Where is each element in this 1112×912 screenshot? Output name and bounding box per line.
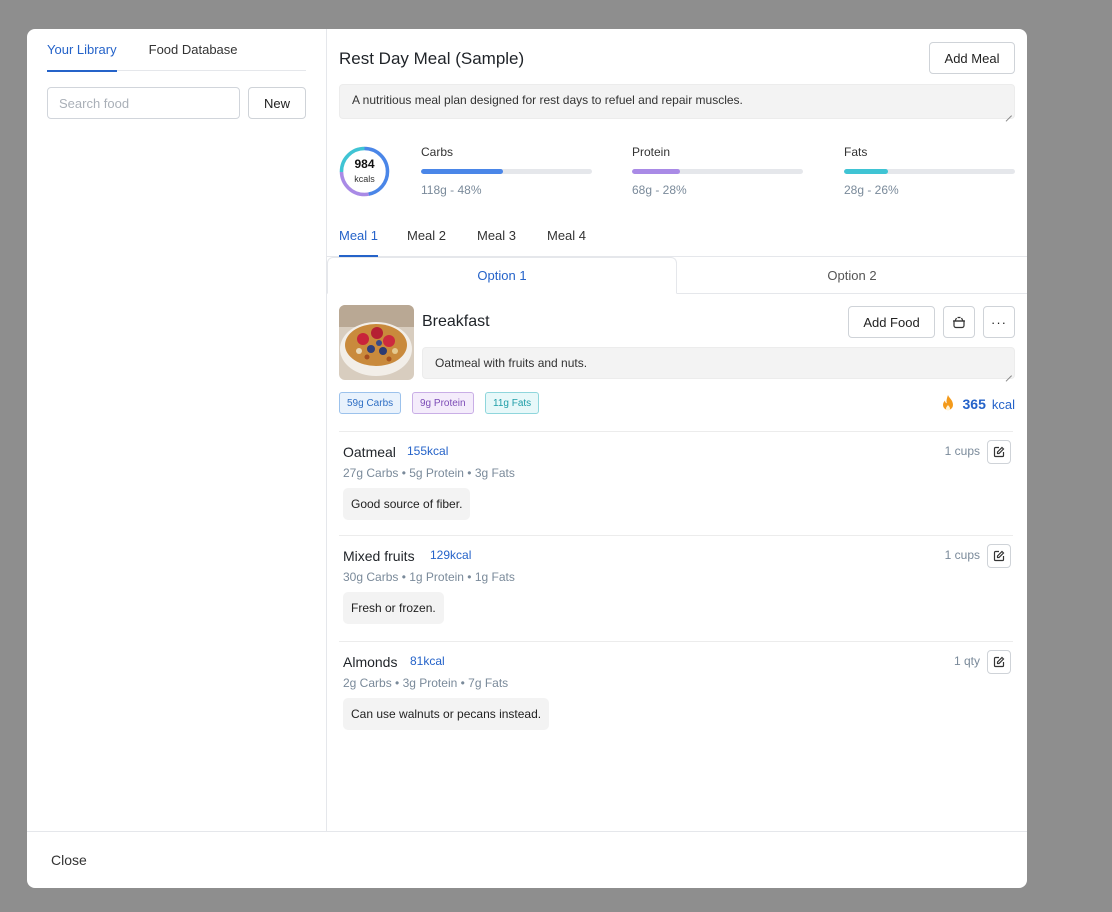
- food-kcal: 155kcal: [407, 444, 449, 458]
- macro-bar: [632, 169, 803, 174]
- macro-value: 28g - 26%: [844, 183, 899, 197]
- macro-fill: [421, 169, 504, 174]
- food-carbs: 2g Carbs: [343, 676, 392, 690]
- meal-description-text: Oatmeal with fruits and nuts.: [435, 356, 588, 370]
- meal-tabs: Meal 1 Meal 2 Meal 3 Meal 4: [327, 225, 1027, 257]
- add-food-button[interactable]: Add Food: [848, 306, 935, 338]
- protein-chip: 9g Protein: [412, 392, 474, 414]
- tab-meal-2[interactable]: Meal 2: [407, 228, 446, 257]
- food-name: Oatmeal: [343, 444, 396, 460]
- meal-description-field[interactable]: Oatmeal with fruits and nuts.: [422, 347, 1015, 379]
- option-tabs: Option 1 Option 2: [327, 257, 1027, 294]
- meal-kcal-value: 365: [962, 396, 986, 412]
- oatmeal-bowl-image: [339, 305, 414, 380]
- plan-title: Rest Day Meal (Sample): [339, 49, 525, 68]
- library-panel: Your Library Food Database New: [27, 29, 327, 831]
- edit-icon: [993, 656, 1005, 668]
- new-food-button[interactable]: New: [248, 87, 306, 119]
- tab-food-database[interactable]: Food Database: [149, 29, 238, 71]
- plan-description-text: A nutritious meal plan designed for rest…: [352, 93, 743, 107]
- flame-icon: [942, 395, 953, 411]
- kcals-unit: kcals: [354, 174, 375, 184]
- food-quantity: 1 qty: [953, 654, 980, 668]
- meal-plan-modal: Your Library Food Database New Rest Day …: [27, 29, 1027, 888]
- resize-handle-icon[interactable]: [1004, 368, 1012, 376]
- tab-option-2[interactable]: Option 2: [677, 257, 1027, 294]
- resize-handle-icon[interactable]: [1004, 108, 1012, 116]
- food-carbs: 30g Carbs: [343, 570, 399, 584]
- food-macros: 30g Carbs • 1g Protein • 1g Fats: [343, 570, 515, 584]
- macro-bar: [844, 169, 1015, 174]
- food-kcal: 81kcal: [410, 654, 445, 668]
- meal-kcal-total: 365 kcal: [939, 394, 1015, 414]
- fats-chip: 11g Fats: [485, 392, 540, 414]
- macro-value: 118g - 48%: [421, 183, 482, 197]
- tab-meal-4[interactable]: Meal 4: [547, 228, 586, 257]
- food-name: Almonds: [343, 654, 398, 670]
- macro-name: Fats: [844, 145, 868, 159]
- food-note: Can use walnuts or pecans instead.: [343, 698, 550, 730]
- macro-fats: Fats 28g - 26%: [844, 145, 1015, 197]
- modal-footer: Close: [27, 831, 1027, 888]
- macro-name: Protein: [632, 145, 671, 159]
- tab-your-library[interactable]: Your Library: [47, 29, 117, 72]
- food-fats: 7g Fats: [468, 676, 509, 690]
- meal-kcal-unit: kcal: [991, 396, 1015, 412]
- edit-food-button[interactable]: [987, 650, 1011, 674]
- food-quantity: 1 cups: [944, 548, 980, 562]
- macro-fill: [632, 169, 680, 174]
- food-name: Mixed fruits: [343, 548, 415, 564]
- kcals-ring-chart: [339, 146, 390, 197]
- tab-meal-3[interactable]: Meal 3: [477, 228, 516, 257]
- carbs-chip: 59g Carbs: [339, 392, 402, 414]
- kcals-value: 984: [354, 157, 375, 171]
- food-item-mixed-fruits: Mixed fruits 129kcal 30g Carbs • 1g Prot…: [339, 535, 1013, 641]
- food-protein: 5g Protein: [409, 466, 464, 480]
- macro-name: Carbs: [421, 145, 454, 159]
- macro-carbs: Carbs 118g - 48%: [421, 145, 592, 197]
- plan-description-field[interactable]: A nutritious meal plan designed for rest…: [339, 84, 1015, 119]
- food-macros: 2g Carbs • 3g Protein • 7g Fats: [343, 676, 509, 690]
- ellipsis-icon: ···: [991, 314, 1007, 330]
- macro-bar: [421, 169, 592, 174]
- food-fats: 3g Fats: [474, 466, 515, 480]
- food-item-oatmeal: Oatmeal 155kcal 27g Carbs • 5g Protein •…: [339, 431, 1013, 535]
- close-button[interactable]: Close: [51, 852, 87, 868]
- macro-value: 68g - 28%: [632, 183, 687, 197]
- macro-fill: [844, 169, 889, 174]
- kcals-ring: 984 kcals: [339, 146, 390, 197]
- search-food-input[interactable]: [47, 87, 240, 119]
- cooking-pot-icon: [953, 316, 965, 329]
- food-item-almonds: Almonds 81kcal 2g Carbs • 3g Protein • 7…: [339, 641, 1013, 747]
- food-macros: 27g Carbs • 5g Protein • 3g Fats: [343, 466, 515, 480]
- food-quantity: 1 cups: [944, 444, 980, 458]
- add-meal-button[interactable]: Add Meal: [929, 42, 1015, 74]
- food-kcal: 129kcal: [430, 548, 472, 562]
- cooking-pot-button[interactable]: [943, 306, 975, 338]
- edit-food-button[interactable]: [987, 440, 1011, 464]
- macro-protein: Protein 68g - 28%: [632, 145, 803, 197]
- edit-icon: [993, 446, 1005, 458]
- food-protein: 3g Protein: [402, 676, 458, 690]
- tab-meal-1[interactable]: Meal 1: [339, 228, 379, 257]
- edit-icon: [993, 550, 1005, 562]
- meal-image: [339, 305, 414, 380]
- library-tabs: Your Library Food Database: [47, 29, 306, 72]
- more-options-button[interactable]: ···: [983, 306, 1015, 338]
- meal-title: Breakfast: [422, 313, 490, 330]
- meal-plan-panel: Rest Day Meal (Sample) Add Meal A nutrit…: [327, 29, 1027, 831]
- edit-food-button[interactable]: [987, 544, 1011, 568]
- food-note: Fresh or frozen.: [343, 592, 444, 624]
- food-carbs: 27g Carbs: [343, 466, 399, 480]
- tab-option-1[interactable]: Option 1: [327, 257, 677, 294]
- food-fats: 1g Fats: [474, 570, 515, 584]
- food-protein: 1g Protein: [409, 570, 464, 584]
- food-note: Good source of fiber.: [343, 488, 471, 520]
